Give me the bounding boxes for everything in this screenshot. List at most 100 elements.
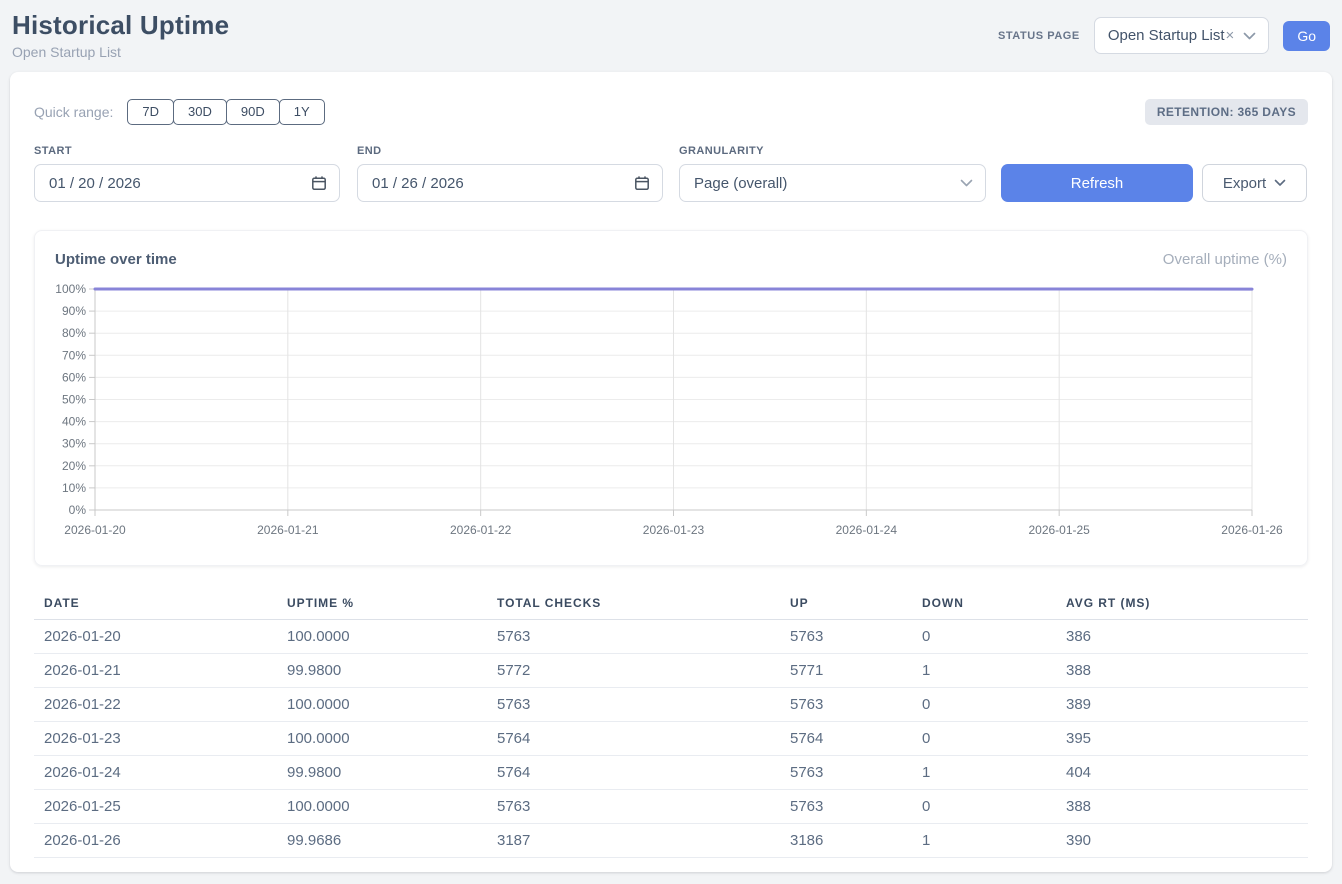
status-page-label: STATUS PAGE bbox=[998, 30, 1080, 42]
end-date-field: END 01 / 26 / 2026 bbox=[357, 145, 663, 202]
table-cell: 2026-01-21 bbox=[34, 654, 277, 688]
svg-text:0%: 0% bbox=[69, 503, 87, 517]
header-actions: STATUS PAGE Open Startup List × Go bbox=[998, 17, 1330, 54]
svg-text:2026-01-20: 2026-01-20 bbox=[64, 523, 126, 537]
table-row: 2026-01-25100.0000576357630388 bbox=[34, 790, 1308, 824]
table-cell: 5763 bbox=[487, 688, 780, 722]
chart-legend-label: Overall uptime (%) bbox=[1163, 251, 1287, 268]
table-cell: 1 bbox=[912, 824, 1056, 858]
svg-text:2026-01-22: 2026-01-22 bbox=[450, 523, 512, 537]
svg-text:50%: 50% bbox=[62, 393, 86, 407]
quick-range-90d-button[interactable]: 90D bbox=[226, 99, 280, 125]
column-header: UP bbox=[780, 592, 912, 620]
table-cell: 5763 bbox=[780, 688, 912, 722]
svg-text:30%: 30% bbox=[62, 437, 86, 451]
go-button[interactable]: Go bbox=[1283, 21, 1330, 51]
start-date-input[interactable]: 01 / 20 / 2026 bbox=[34, 164, 340, 202]
table-cell: 390 bbox=[1056, 824, 1308, 858]
clear-icon[interactable]: × bbox=[1226, 27, 1235, 44]
table-cell: 2026-01-24 bbox=[34, 756, 277, 790]
table-cell: 100.0000 bbox=[277, 722, 487, 756]
table-row: 2026-01-22100.0000576357630389 bbox=[34, 688, 1308, 722]
status-page-select[interactable]: Open Startup List × bbox=[1094, 17, 1270, 54]
refresh-button[interactable]: Refresh bbox=[1001, 164, 1193, 202]
page-subtitle: Open Startup List bbox=[12, 44, 229, 60]
table-cell: 100.0000 bbox=[277, 790, 487, 824]
table-body: 2026-01-20100.00005763576303862026-01-21… bbox=[34, 620, 1308, 858]
table-cell: 99.9800 bbox=[277, 756, 487, 790]
svg-text:60%: 60% bbox=[62, 370, 86, 384]
chart-card: Uptime over time Overall uptime (%) 0%10… bbox=[34, 230, 1308, 566]
table-cell: 389 bbox=[1056, 688, 1308, 722]
svg-text:2026-01-24: 2026-01-24 bbox=[836, 523, 898, 537]
uptime-chart: 0%10%20%30%40%50%60%70%80%90%100%2026-01… bbox=[55, 280, 1287, 548]
table-row: 2026-01-2499.9800576457631404 bbox=[34, 756, 1308, 790]
table-cell: 5763 bbox=[780, 790, 912, 824]
table-cell: 388 bbox=[1056, 654, 1308, 688]
svg-text:2026-01-25: 2026-01-25 bbox=[1028, 523, 1090, 537]
calendar-icon[interactable] bbox=[634, 175, 650, 191]
calendar-icon[interactable] bbox=[311, 175, 327, 191]
table-cell: 386 bbox=[1056, 620, 1308, 654]
start-date-label: START bbox=[34, 145, 340, 157]
svg-text:80%: 80% bbox=[62, 326, 86, 340]
svg-text:100%: 100% bbox=[55, 282, 86, 296]
granularity-label: GRANULARITY bbox=[679, 145, 986, 157]
table-cell: 5772 bbox=[487, 654, 780, 688]
table-cell: 99.9800 bbox=[277, 654, 487, 688]
table-cell: 1 bbox=[912, 654, 1056, 688]
quick-range-1y-button[interactable]: 1Y bbox=[279, 99, 325, 125]
table-cell: 5764 bbox=[780, 722, 912, 756]
table-cell: 99.9686 bbox=[277, 824, 487, 858]
table-row: 2026-01-23100.0000576457640395 bbox=[34, 722, 1308, 756]
table-cell: 5771 bbox=[780, 654, 912, 688]
table-cell: 5763 bbox=[780, 756, 912, 790]
table-cell: 100.0000 bbox=[277, 620, 487, 654]
end-date-label: END bbox=[357, 145, 663, 157]
table-cell: 0 bbox=[912, 722, 1056, 756]
svg-text:2026-01-21: 2026-01-21 bbox=[257, 523, 319, 537]
start-date-value: 01 / 20 / 2026 bbox=[49, 175, 141, 192]
table-cell: 0 bbox=[912, 688, 1056, 722]
quick-range-row: Quick range: 7D30D90D1Y RETENTION: 365 D… bbox=[34, 98, 1308, 125]
svg-text:90%: 90% bbox=[62, 304, 86, 318]
chevron-down-icon bbox=[1274, 179, 1286, 187]
export-button-label: Export bbox=[1223, 175, 1266, 192]
table-row: 2026-01-20100.0000576357630386 bbox=[34, 620, 1308, 654]
main-panel: Quick range: 7D30D90D1Y RETENTION: 365 D… bbox=[10, 72, 1332, 872]
svg-text:70%: 70% bbox=[62, 348, 86, 362]
export-button[interactable]: Export bbox=[1202, 164, 1307, 202]
svg-text:2026-01-23: 2026-01-23 bbox=[643, 523, 705, 537]
table-cell: 5764 bbox=[487, 722, 780, 756]
table-cell: 395 bbox=[1056, 722, 1308, 756]
table-cell: 5763 bbox=[487, 790, 780, 824]
page-title: Historical Uptime bbox=[12, 10, 229, 41]
quick-range-7d-button[interactable]: 7D bbox=[127, 99, 174, 125]
table-cell: 2026-01-23 bbox=[34, 722, 277, 756]
table-cell: 3187 bbox=[487, 824, 780, 858]
chevron-down-icon bbox=[1243, 32, 1256, 40]
granularity-field: GRANULARITY Page (overall) bbox=[679, 145, 986, 202]
column-header: UPTIME % bbox=[277, 592, 487, 620]
header-titles: Historical Uptime Open Startup List bbox=[12, 10, 229, 60]
quick-range-30d-button[interactable]: 30D bbox=[173, 99, 227, 125]
table-cell: 3186 bbox=[780, 824, 912, 858]
table-cell: 2026-01-26 bbox=[34, 824, 277, 858]
retention-badge: RETENTION: 365 DAYS bbox=[1145, 99, 1308, 125]
column-header: TOTAL CHECKS bbox=[487, 592, 780, 620]
table-cell: 388 bbox=[1056, 790, 1308, 824]
table-cell: 2026-01-20 bbox=[34, 620, 277, 654]
end-date-value: 01 / 26 / 2026 bbox=[372, 175, 464, 192]
top-header: Historical Uptime Open Startup List STAT… bbox=[0, 0, 1342, 72]
start-date-field: START 01 / 20 / 2026 bbox=[34, 145, 340, 202]
svg-text:20%: 20% bbox=[62, 459, 86, 473]
table-cell: 0 bbox=[912, 790, 1056, 824]
table-cell: 0 bbox=[912, 620, 1056, 654]
granularity-select[interactable]: Page (overall) bbox=[679, 164, 986, 202]
table-cell: 5763 bbox=[487, 620, 780, 654]
svg-text:2026-01-26: 2026-01-26 bbox=[1221, 523, 1283, 537]
table-cell: 1 bbox=[912, 756, 1056, 790]
table-cell: 5763 bbox=[780, 620, 912, 654]
end-date-input[interactable]: 01 / 26 / 2026 bbox=[357, 164, 663, 202]
table-cell: 100.0000 bbox=[277, 688, 487, 722]
